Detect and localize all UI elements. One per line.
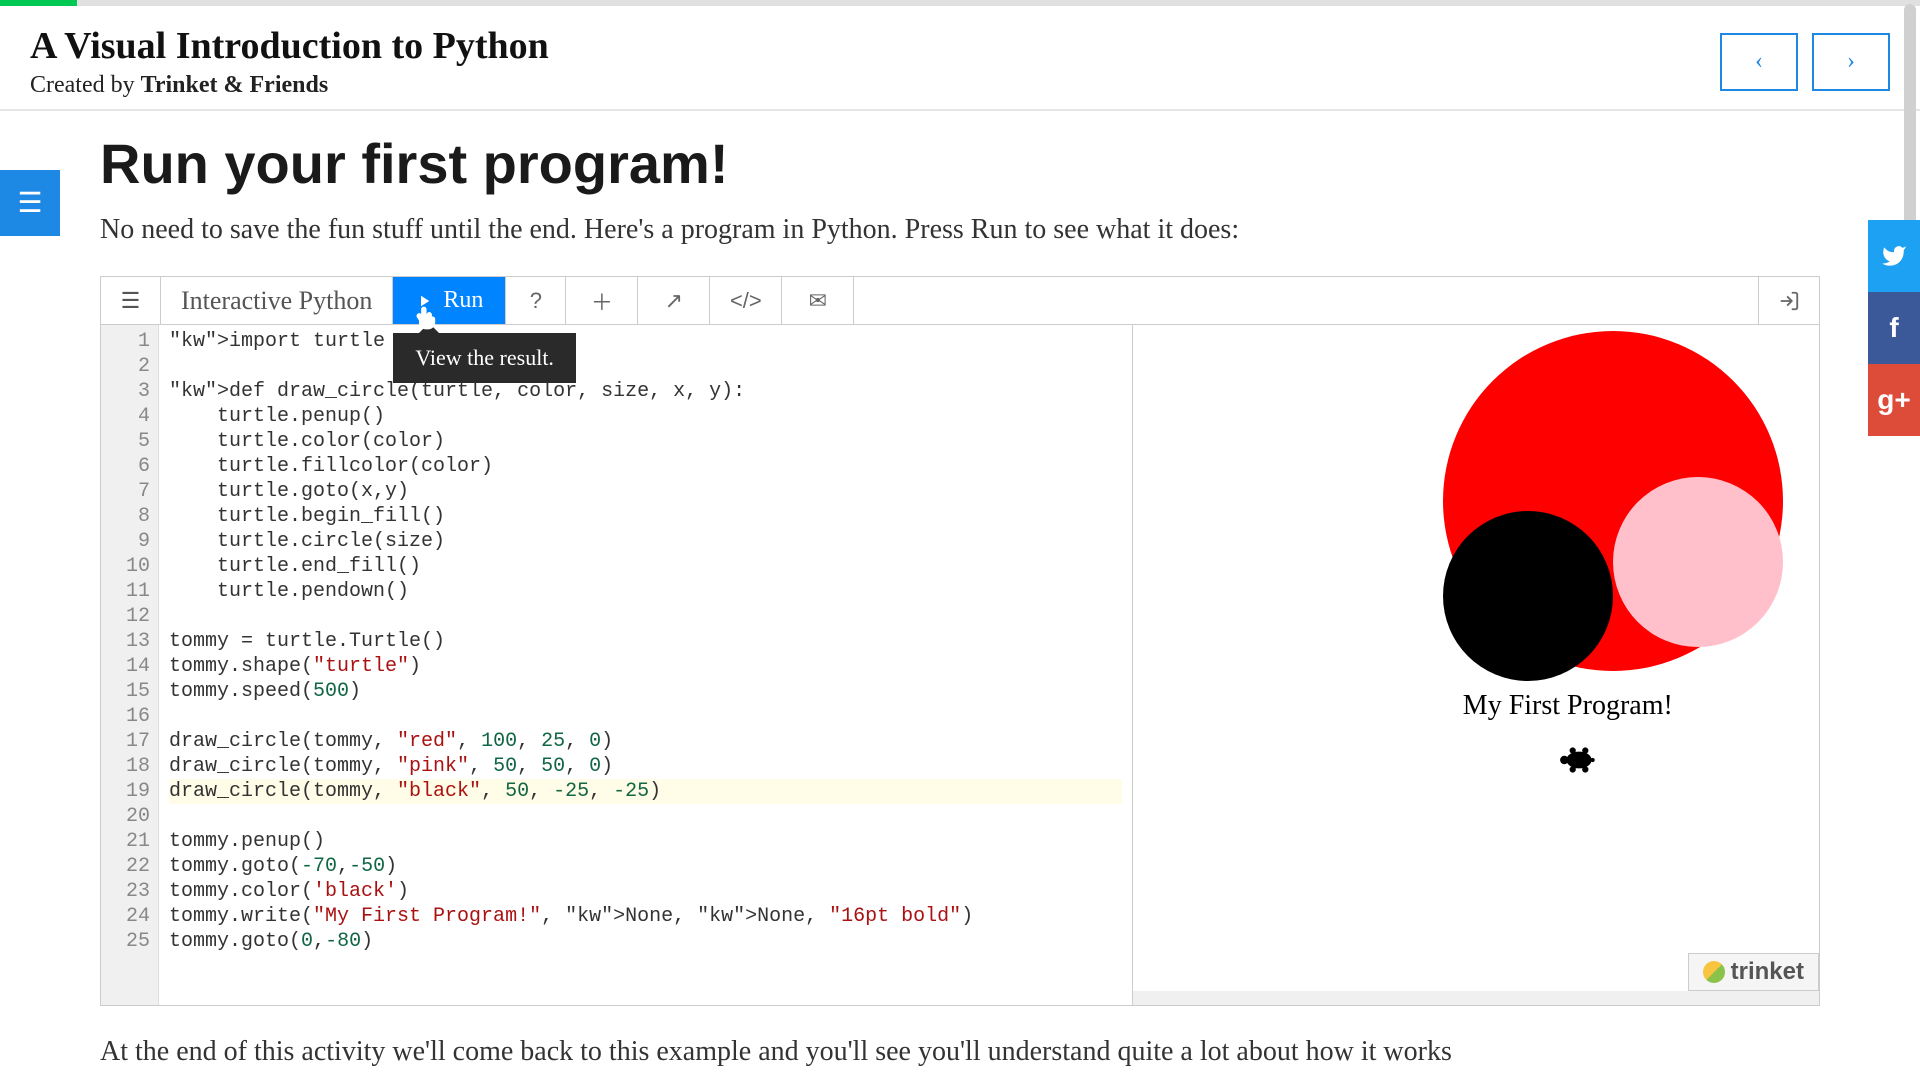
- page-subtitle: Created by Trinket & Friends: [30, 72, 549, 99]
- code-icon: </>: [730, 288, 762, 314]
- hamburger-icon: ☰: [121, 288, 141, 314]
- run-tooltip: View the result.: [393, 333, 576, 383]
- nav-prev-button[interactable]: ‹: [1720, 33, 1798, 91]
- section-heading: Run your first program!: [100, 131, 1820, 196]
- trinket-title: Interactive Python: [161, 277, 393, 324]
- plus-icon: ＋: [591, 285, 613, 317]
- play-icon: [415, 292, 433, 310]
- progress-bar: [0, 0, 1920, 6]
- trinket-logo[interactable]: trinket: [1688, 953, 1819, 991]
- trinket-logo-icon: [1703, 961, 1725, 983]
- trinket-toolbar: ☰ Interactive Python Run View the result…: [101, 277, 1819, 325]
- login-button[interactable]: [1759, 277, 1819, 324]
- twitter-icon: [1881, 243, 1907, 269]
- embed-button[interactable]: </>: [710, 277, 782, 324]
- add-button[interactable]: ＋: [566, 277, 638, 324]
- output-scrollbar[interactable]: [1133, 991, 1819, 1005]
- login-icon: [1778, 290, 1800, 312]
- social-bar: f g+: [1868, 220, 1920, 436]
- share-icon: ↗: [665, 288, 683, 314]
- gplus-share-button[interactable]: g+: [1868, 364, 1920, 436]
- output-pane: My First Program! trinket: [1132, 325, 1819, 1005]
- twitter-share-button[interactable]: [1868, 220, 1920, 292]
- facebook-share-button[interactable]: f: [1868, 292, 1920, 364]
- nav-next-button[interactable]: ›: [1812, 33, 1890, 91]
- page-title: A Visual Introduction to Python: [30, 24, 549, 68]
- trinket-menu-button[interactable]: ☰: [101, 277, 161, 324]
- output-pink-circle: [1613, 477, 1783, 647]
- question-icon: ?: [530, 288, 542, 314]
- email-button[interactable]: ✉: [782, 277, 854, 324]
- progress-fill: [0, 0, 77, 6]
- turtle-icon: [1558, 745, 1600, 783]
- envelope-icon: ✉: [809, 288, 827, 314]
- sidebar-toggle-button[interactable]: ☰: [0, 170, 60, 236]
- footer-text: At the end of this activity we'll come b…: [0, 1006, 1920, 1068]
- help-button[interactable]: ?: [506, 277, 566, 324]
- line-gutter: 1234567891011121314151617181920212223242…: [101, 325, 159, 1005]
- output-text: My First Program!: [1463, 690, 1673, 722]
- code-editor[interactable]: 1234567891011121314151617181920212223242…: [101, 325, 1132, 1005]
- section-intro: No need to save the fun stuff until the …: [100, 214, 1820, 246]
- header: A Visual Introduction to Python Created …: [0, 6, 1920, 111]
- hamburger-icon: ☰: [17, 186, 42, 220]
- share-button[interactable]: ↗: [638, 277, 710, 324]
- output-black-circle: [1443, 511, 1613, 681]
- trinket-embed: ☰ Interactive Python Run View the result…: [100, 276, 1820, 1006]
- code-lines[interactable]: "kw">import turtle "kw">def draw_circle(…: [159, 325, 1132, 1005]
- run-button[interactable]: Run View the result.: [393, 277, 506, 324]
